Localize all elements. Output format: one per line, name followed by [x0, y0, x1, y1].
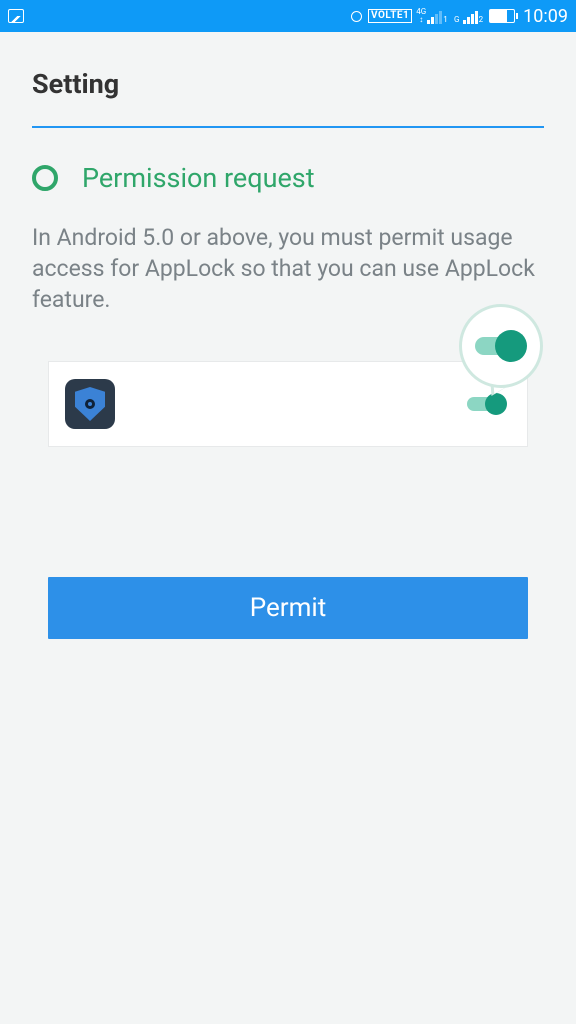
network-1: 4G ↕ 1 — [416, 8, 447, 24]
permission-section-header: Permission request — [32, 162, 544, 194]
clock-time: 10:09 — [523, 6, 568, 27]
sim2-num: 2 — [479, 16, 484, 24]
toggle-hint-icon — [475, 330, 527, 362]
signal-bars-1 — [427, 10, 442, 24]
permission-description: In Android 5.0 or above, you must permit… — [32, 222, 544, 315]
permission-title: Permission request — [82, 162, 315, 194]
sim1-num: 1 — [443, 16, 448, 24]
network-2: 4G G 2 — [452, 8, 483, 24]
lock-icon — [85, 399, 95, 409]
toggle-hint-bubble — [459, 304, 551, 396]
applock-app-icon — [65, 379, 115, 429]
alarm-icon — [349, 9, 364, 24]
arrows-icon: ↕ — [419, 16, 423, 24]
image-notification-icon — [8, 9, 24, 23]
status-bar: VOLTE1 4G ↕ 1 4G G 2 10:09 — [0, 0, 576, 32]
main-content: Setting Permission request In Android 5.… — [0, 32, 576, 639]
signal-bars-2 — [463, 10, 478, 24]
page-title: Setting — [32, 68, 544, 128]
permit-button[interactable]: Permit — [48, 577, 528, 639]
sim2-g: G — [454, 16, 459, 24]
status-left — [8, 9, 24, 23]
volte-badge: VOLTE1 — [368, 9, 412, 23]
shield-icon — [75, 387, 105, 421]
app-permission-card — [48, 361, 528, 447]
battery-icon — [489, 9, 515, 23]
status-right: VOLTE1 4G ↕ 1 4G G 2 10:09 — [349, 6, 568, 27]
circle-icon — [32, 165, 58, 191]
